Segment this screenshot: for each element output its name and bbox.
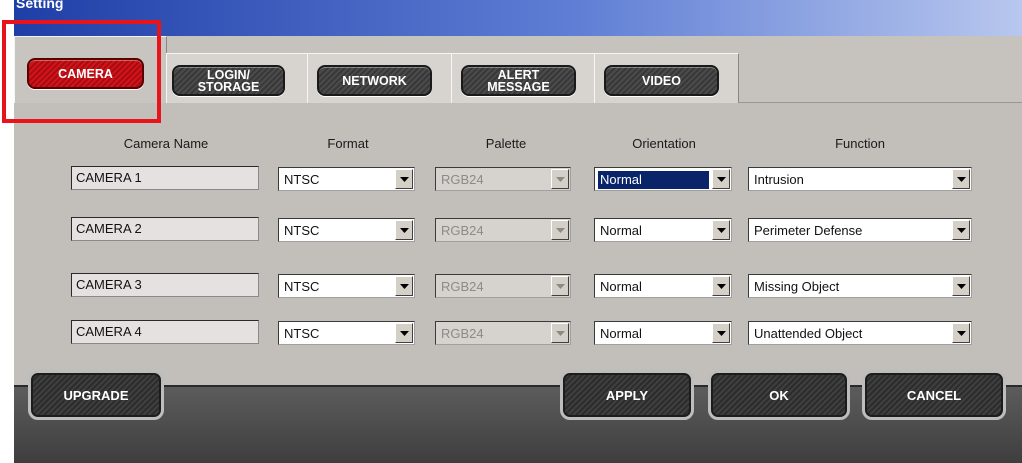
orientation-value: Normal — [600, 279, 642, 294]
camera-settings-panel: Camera Name Format Palette Orientation F… — [14, 103, 1022, 385]
orientation-select[interactable]: Normal — [594, 321, 732, 345]
palette-select: RGB24 — [435, 218, 571, 242]
camera-name-input[interactable]: CAMERA 2 — [71, 217, 259, 241]
camera-name-input[interactable]: CAMERA 1 — [71, 166, 259, 190]
upgrade-button-label: UPGRADE — [63, 387, 129, 403]
camera-name-input[interactable]: CAMERA 3 — [71, 273, 259, 297]
upgrade-button[interactable]: UPGRADE — [28, 370, 164, 420]
format-value: NTSC — [284, 326, 320, 341]
function-value: Perimeter Defense — [754, 223, 863, 238]
orientation-select[interactable]: Normal — [594, 274, 732, 298]
format-value: NTSC — [284, 279, 320, 294]
title-bar: Setting — [14, 0, 1022, 36]
palette-select: RGB24 — [435, 274, 571, 298]
highlight-box — [2, 20, 161, 123]
function-select[interactable]: Perimeter Defense — [748, 218, 972, 242]
tab-video[interactable]: VIDEO — [604, 65, 719, 96]
orientation-value: Normal — [600, 326, 642, 341]
tab-cell-network: NETWORK — [307, 53, 452, 103]
chevron-down-icon[interactable] — [952, 276, 970, 296]
palette-value: RGB24 — [441, 223, 484, 238]
apply-button[interactable]: APPLY — [560, 370, 694, 420]
format-select[interactable]: NTSC — [278, 321, 415, 345]
chevron-down-icon[interactable] — [395, 220, 413, 240]
tab-cell-login-storage: LOGIN/ STORAGE — [166, 53, 308, 103]
function-value: Intrusion — [754, 172, 804, 187]
cancel-button-label: CANCEL — [906, 387, 962, 403]
function-select[interactable]: Missing Object — [748, 274, 972, 298]
tab-alert-message-label: ALERT MESSAGE — [487, 67, 550, 94]
tab-network[interactable]: NETWORK — [317, 65, 432, 96]
function-select[interactable]: Unattended Object — [748, 321, 972, 345]
format-select[interactable]: NTSC — [278, 274, 415, 298]
chevron-down-icon[interactable] — [952, 169, 970, 189]
tab-cell-video: VIDEO — [594, 53, 739, 103]
chevron-down-icon — [551, 323, 569, 343]
chevron-down-icon[interactable] — [712, 323, 730, 343]
format-select[interactable]: NTSC — [278, 218, 415, 242]
cancel-button[interactable]: CANCEL — [862, 370, 1006, 420]
chevron-down-icon[interactable] — [712, 276, 730, 296]
ok-button[interactable]: OK — [708, 370, 850, 420]
orientation-value: Normal — [600, 223, 642, 238]
chevron-down-icon — [551, 276, 569, 296]
chevron-down-icon — [551, 220, 569, 240]
column-header-function: Function — [835, 136, 885, 151]
chevron-down-icon[interactable] — [395, 276, 413, 296]
format-value: NTSC — [284, 172, 320, 187]
apply-button-label: APPLY — [605, 387, 649, 403]
column-header-orientation: Orientation — [632, 136, 696, 151]
orientation-value: Normal — [598, 171, 709, 189]
column-header-format: Format — [327, 136, 369, 151]
chevron-down-icon — [551, 169, 569, 189]
chevron-down-icon[interactable] — [712, 169, 730, 189]
orientation-select[interactable]: Normal — [594, 218, 732, 242]
orientation-select[interactable]: Normal — [594, 167, 732, 191]
tab-alert-message[interactable]: ALERT MESSAGE — [461, 65, 576, 96]
tab-login-storage[interactable]: LOGIN/ STORAGE — [172, 65, 285, 96]
chevron-down-icon[interactable] — [952, 323, 970, 343]
camera-name-input[interactable]: CAMERA 4 — [71, 320, 259, 344]
window-title: Setting — [16, 0, 64, 11]
chevron-down-icon[interactable] — [395, 169, 413, 189]
format-select[interactable]: NTSC — [278, 167, 415, 191]
chevron-down-icon[interactable] — [712, 220, 730, 240]
tab-video-label: VIDEO — [642, 73, 681, 88]
tab-network-label: NETWORK — [342, 73, 407, 88]
tab-cell-alert-message: ALERT MESSAGE — [451, 53, 595, 103]
ok-button-label: OK — [769, 387, 789, 403]
chevron-down-icon[interactable] — [395, 323, 413, 343]
chevron-down-icon[interactable] — [952, 220, 970, 240]
palette-value: RGB24 — [441, 279, 484, 294]
palette-value: RGB24 — [441, 326, 484, 341]
column-header-camera-name: Camera Name — [123, 136, 209, 151]
tab-strip: CAMERA LOGIN/ STORAGE NETWORK ALERT MESS… — [14, 36, 1022, 103]
function-select[interactable]: Intrusion — [748, 167, 972, 191]
tab-login-storage-label: LOGIN/ STORAGE — [197, 67, 260, 94]
palette-value: RGB24 — [441, 172, 484, 187]
palette-select: RGB24 — [435, 167, 571, 191]
column-header-palette: Palette — [485, 136, 527, 151]
palette-select: RGB24 — [435, 321, 571, 345]
function-value: Unattended Object — [754, 326, 863, 341]
format-value: NTSC — [284, 223, 320, 238]
function-value: Missing Object — [754, 279, 840, 294]
